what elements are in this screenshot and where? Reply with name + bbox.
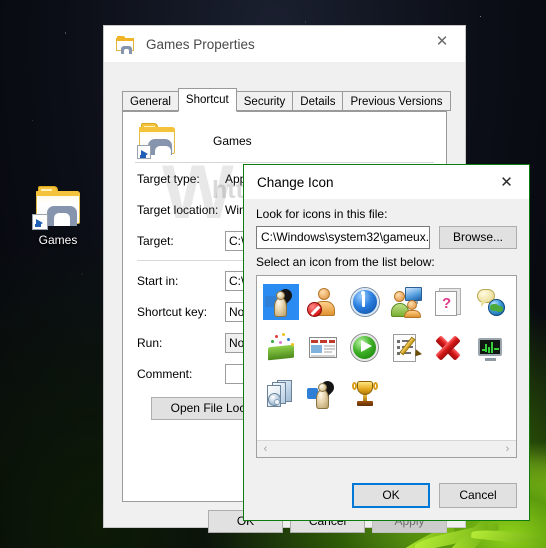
cancel-button[interactable]: Cancel [439,483,517,508]
icon-cell-information-icon[interactable] [347,284,383,320]
icon-file-input[interactable]: C:\Windows\system32\gameux.dll [256,226,430,249]
desktop-icon-games[interactable]: Games [20,186,96,247]
shortcut-arrow-icon [137,145,151,159]
speech-globe-icon [475,286,507,318]
field-label: Target: [137,233,174,248]
chess-pawn-spade-puzzle-icon [265,286,297,318]
shortcut-name-label: Games [213,134,252,148]
icon-list-label: Select an icon from the list below: [256,255,435,269]
tab-previous-versions[interactable]: Previous Versions [342,91,451,111]
icon-cell-online-community-icon[interactable] [473,284,509,320]
icon-cell-users-monitor-icon[interactable] [389,284,425,320]
scroll-left-icon[interactable]: ‹ [257,443,274,455]
software-box-icon [265,378,297,410]
icon-cell-trophy-icon[interactable] [347,376,383,412]
field-label: Run: [137,335,163,350]
close-icon[interactable]: ✕ [419,26,465,56]
performance-monitor-icon [475,332,507,364]
file-path-label: Look for icons in this file: [256,207,388,221]
field-label: Shortcut key: [137,304,208,319]
folder-shortcut-icon [32,186,84,230]
folder-shortcut-icon [116,35,136,54]
icon-cell-performance-monitor-icon[interactable] [473,330,509,366]
ok-button[interactable]: OK [352,483,430,508]
field-label: Comment: [137,366,193,381]
tab-security[interactable]: Security [235,91,294,111]
properties-tabstrip[interactable]: General Shortcut Security Details Previo… [122,88,451,112]
field-label: Start in: [137,273,179,288]
icon-cell-remove-icon[interactable] [431,330,467,366]
tab-details[interactable]: Details [292,91,344,111]
icon-cell-game-info-page-icon[interactable] [305,330,341,366]
user-blocked-icon [307,286,339,318]
news-page-icon [307,332,339,364]
change-icon-title: Change Icon [257,174,334,190]
properties-titlebar[interactable]: Games Properties ✕ [104,26,465,62]
close-icon[interactable]: ✕ [484,165,529,198]
field-label: Target location: [137,202,219,217]
shortcut-header: Games [123,112,446,159]
field-label: Target type: [137,171,200,186]
trophy-icon [349,378,381,410]
file-path-row: C:\Windows\system32\gameux.dll Browse... [256,226,517,249]
icon-cell-play-game-icon[interactable] [347,330,383,366]
icon-cell-chess-pawn-spade-puzzle-icon[interactable] [263,284,299,320]
change-icon-dialog[interactable]: Change Icon ✕ Look for icons in this fil… [243,164,530,521]
users-monitor-icon [391,286,423,318]
fireworks-landscape-icon [265,332,297,364]
page-question-icon: ? [433,286,465,318]
desktop-icon-label: Games [38,233,78,247]
icon-cell-game-landscape-icon[interactable] [263,330,299,366]
change-icon-titlebar[interactable]: Change Icon ✕ [244,165,529,199]
play-icon [349,332,381,364]
icon-cell-unknown-game-icon[interactable]: ? [431,284,467,320]
icon-grid[interactable]: ? [257,276,516,420]
browse-button[interactable]: Browse... [439,226,517,249]
chess-pawn-spade-puzzle-icon [307,378,339,410]
tab-general[interactable]: General [122,91,179,111]
folder-shortcut-icon [137,123,179,159]
tab-shortcut[interactable]: Shortcut [177,88,237,112]
icon-cell-software-disc-icon[interactable] [263,376,299,412]
red-x-icon [433,332,465,364]
change-icon-button-row: OK Cancel [343,483,517,508]
properties-window-title: Games Properties [146,36,255,52]
change-icon-body: Look for icons in this file: C:\Windows\… [244,199,529,458]
icon-cell-chess-pawn-spade-puzzle-icon-2[interactable] [305,376,341,412]
shortcut-arrow-icon [32,214,48,230]
icon-cell-edit-list-icon[interactable] [389,330,425,366]
icon-list[interactable]: ? ‹ › [256,275,517,458]
information-icon [349,286,381,318]
list-pencil-icon [391,332,423,364]
icon-list-horizontal-scrollbar[interactable]: ‹ › [257,440,516,457]
icon-cell-user-blocked-icon[interactable] [305,284,341,320]
desktop[interactable]: Games Games Properties ✕ General Shortcu… [0,0,546,548]
scroll-right-icon[interactable]: › [499,443,516,455]
